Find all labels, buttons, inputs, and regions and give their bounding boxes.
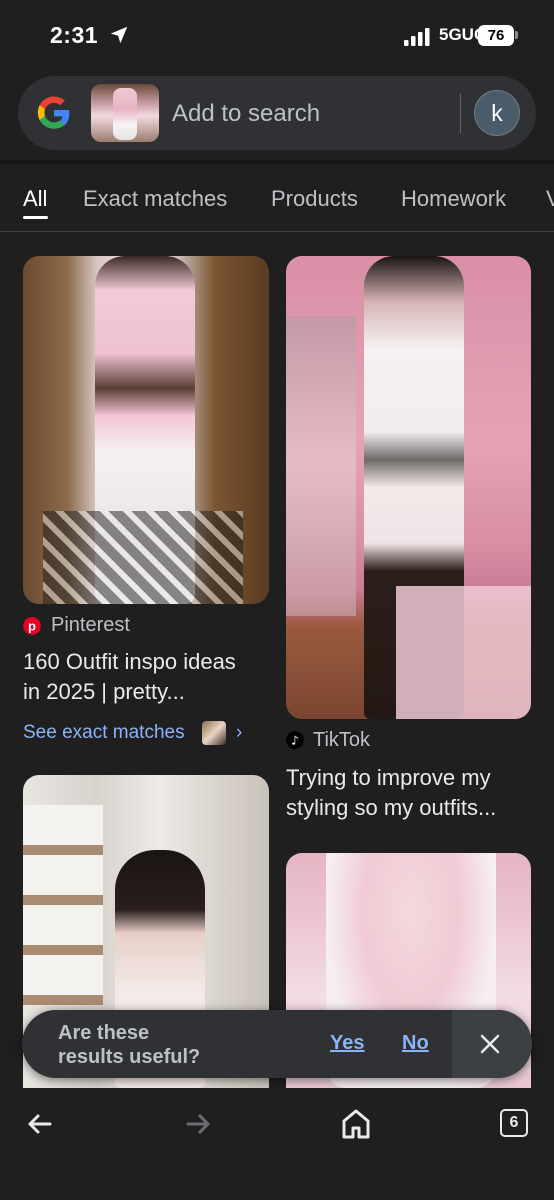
result-image-2[interactable] <box>286 256 531 719</box>
see-exact-matches-link[interactable]: See exact matches <box>23 722 185 744</box>
tab-active-indicator <box>23 216 48 219</box>
result-title-1-line2[interactable]: in 2025 | pretty... <box>23 677 185 707</box>
battery-level: 76 <box>478 25 514 46</box>
google-logo-icon[interactable] <box>36 95 72 131</box>
svg-text:♪: ♪ <box>291 734 299 748</box>
svg-text:p: p <box>28 619 36 634</box>
feedback-close-button[interactable] <box>452 1010 532 1078</box>
feedback-question: Are these results useful? <box>58 1021 258 1069</box>
result-image-3-shelf <box>23 805 103 1005</box>
home-icon[interactable] <box>338 1106 374 1142</box>
result-image-2-rug <box>396 586 531 719</box>
feedback-yes-button[interactable]: Yes <box>330 1032 364 1055</box>
result-title-2-line1[interactable]: Trying to improve my <box>286 763 491 793</box>
close-icon[interactable] <box>478 1032 502 1056</box>
forward-arrow-icon[interactable] <box>180 1106 216 1142</box>
search-image-thumbnail[interactable] <box>91 84 159 142</box>
cellular-signal-icon <box>404 28 430 46</box>
back-arrow-icon[interactable] <box>22 1106 58 1142</box>
bottom-navigation: 6 <box>0 1088 554 1200</box>
search-bar[interactable]: Add to search k <box>18 76 536 150</box>
chevron-right-icon[interactable]: › <box>236 722 242 744</box>
location-arrow-icon <box>110 26 128 44</box>
feedback-no-button[interactable]: No <box>402 1032 429 1055</box>
tab-v[interactable]: V <box>546 186 554 212</box>
open-tabs-button[interactable]: 6 <box>500 1109 528 1137</box>
status-time: 2:31 <box>50 22 99 48</box>
tab-exact-matches[interactable]: Exact matches <box>83 186 227 212</box>
tab-products[interactable]: Products <box>271 186 358 212</box>
tab-homework[interactable]: Homework <box>401 186 506 212</box>
filter-tabs: All Exact matches Products Homework V <box>0 164 554 232</box>
result-image-2-rack <box>286 316 356 616</box>
result-source-2[interactable]: TikTok <box>313 729 370 752</box>
status-bar: 2:31 5GUC 76 <box>0 0 554 72</box>
result-title-2-line2[interactable]: styling so my outfits... <box>286 793 496 823</box>
exact-match-thumbnail[interactable] <box>202 721 226 745</box>
feedback-question-line1: Are these <box>58 1022 150 1044</box>
result-image-1[interactable] <box>23 256 269 604</box>
tiktok-icon: ♪ <box>286 731 304 749</box>
feedback-toast: Are these results useful? Yes No <box>22 1010 532 1078</box>
result-image-1-rug <box>43 511 243 604</box>
battery-tip <box>515 31 518 39</box>
account-avatar[interactable]: k <box>474 90 520 136</box>
pinterest-icon: p <box>23 617 41 635</box>
result-source-1[interactable]: Pinterest <box>51 614 130 637</box>
feedback-question-line2: results useful? <box>58 1046 201 1068</box>
tab-all[interactable]: All <box>23 186 47 212</box>
search-divider <box>460 93 461 133</box>
search-input[interactable]: Add to search <box>172 100 320 128</box>
result-title-1-line1[interactable]: 160 Outfit inspo ideas <box>23 647 236 677</box>
